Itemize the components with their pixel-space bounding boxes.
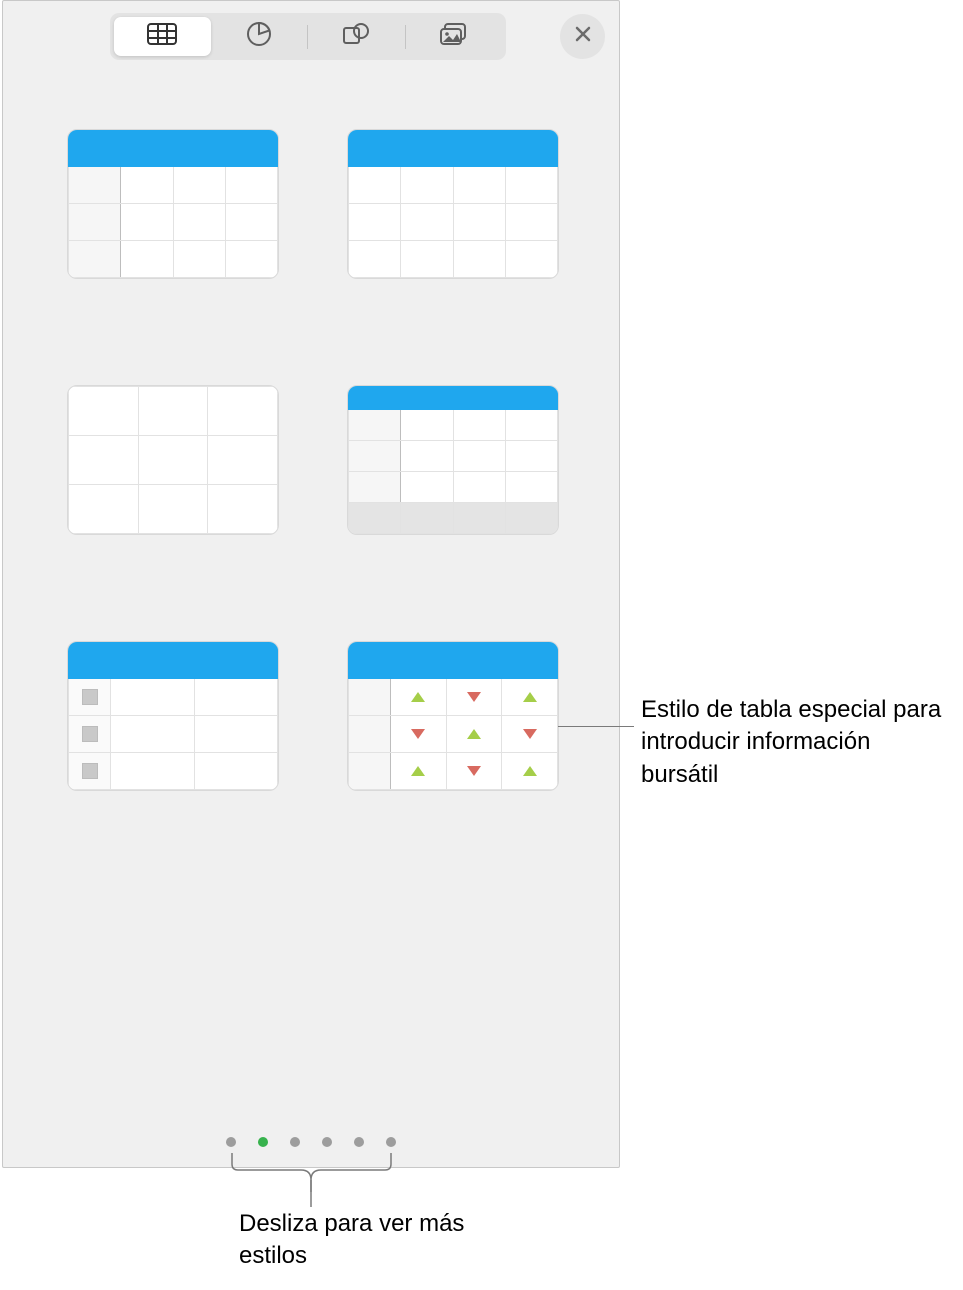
triangle-down-icon — [523, 729, 537, 739]
page-dot[interactable] — [386, 1137, 396, 1147]
table-style-2[interactable] — [347, 129, 559, 279]
table-style-1[interactable] — [67, 129, 279, 279]
triangle-up-icon — [467, 729, 481, 739]
callout-bracket — [231, 1152, 393, 1214]
table-style-5[interactable] — [67, 641, 279, 791]
table-style-4[interactable] — [347, 385, 559, 535]
table-icon — [147, 23, 177, 50]
checkbox-icon — [82, 763, 98, 779]
callout-stock-text: Estilo de tabla especial para introducir… — [641, 694, 951, 791]
tab-table[interactable] — [114, 17, 211, 56]
triangle-down-icon — [467, 692, 481, 702]
table-style-stock[interactable] — [347, 641, 559, 791]
shape-icon — [342, 22, 370, 51]
page-dot[interactable] — [258, 1137, 268, 1147]
tab-media[interactable] — [406, 17, 503, 56]
close-icon — [574, 25, 592, 48]
table-style-3[interactable] — [67, 385, 279, 535]
page-dot[interactable] — [226, 1137, 236, 1147]
triangle-down-icon — [467, 766, 481, 776]
triangle-down-icon — [411, 729, 425, 739]
triangle-up-icon — [523, 766, 537, 776]
checkbox-icon — [82, 726, 98, 742]
category-segmented-control — [110, 13, 506, 60]
close-button[interactable] — [560, 14, 605, 59]
media-icon — [439, 22, 469, 51]
triangle-up-icon — [523, 692, 537, 702]
checkbox-icon — [82, 689, 98, 705]
tab-shape[interactable] — [308, 17, 405, 56]
page-dot[interactable] — [290, 1137, 300, 1147]
page-dot[interactable] — [322, 1137, 332, 1147]
pie-chart-icon — [246, 21, 272, 52]
triangle-up-icon — [411, 692, 425, 702]
page-dot[interactable] — [354, 1137, 364, 1147]
table-styles-grid — [67, 129, 555, 791]
page-indicator[interactable] — [226, 1137, 396, 1147]
insert-panel — [2, 0, 620, 1168]
tab-chart[interactable] — [211, 17, 308, 56]
callout-line — [558, 726, 634, 727]
triangle-up-icon — [411, 766, 425, 776]
callout-swipe-text: Desliza para ver más estilos — [239, 1208, 479, 1273]
